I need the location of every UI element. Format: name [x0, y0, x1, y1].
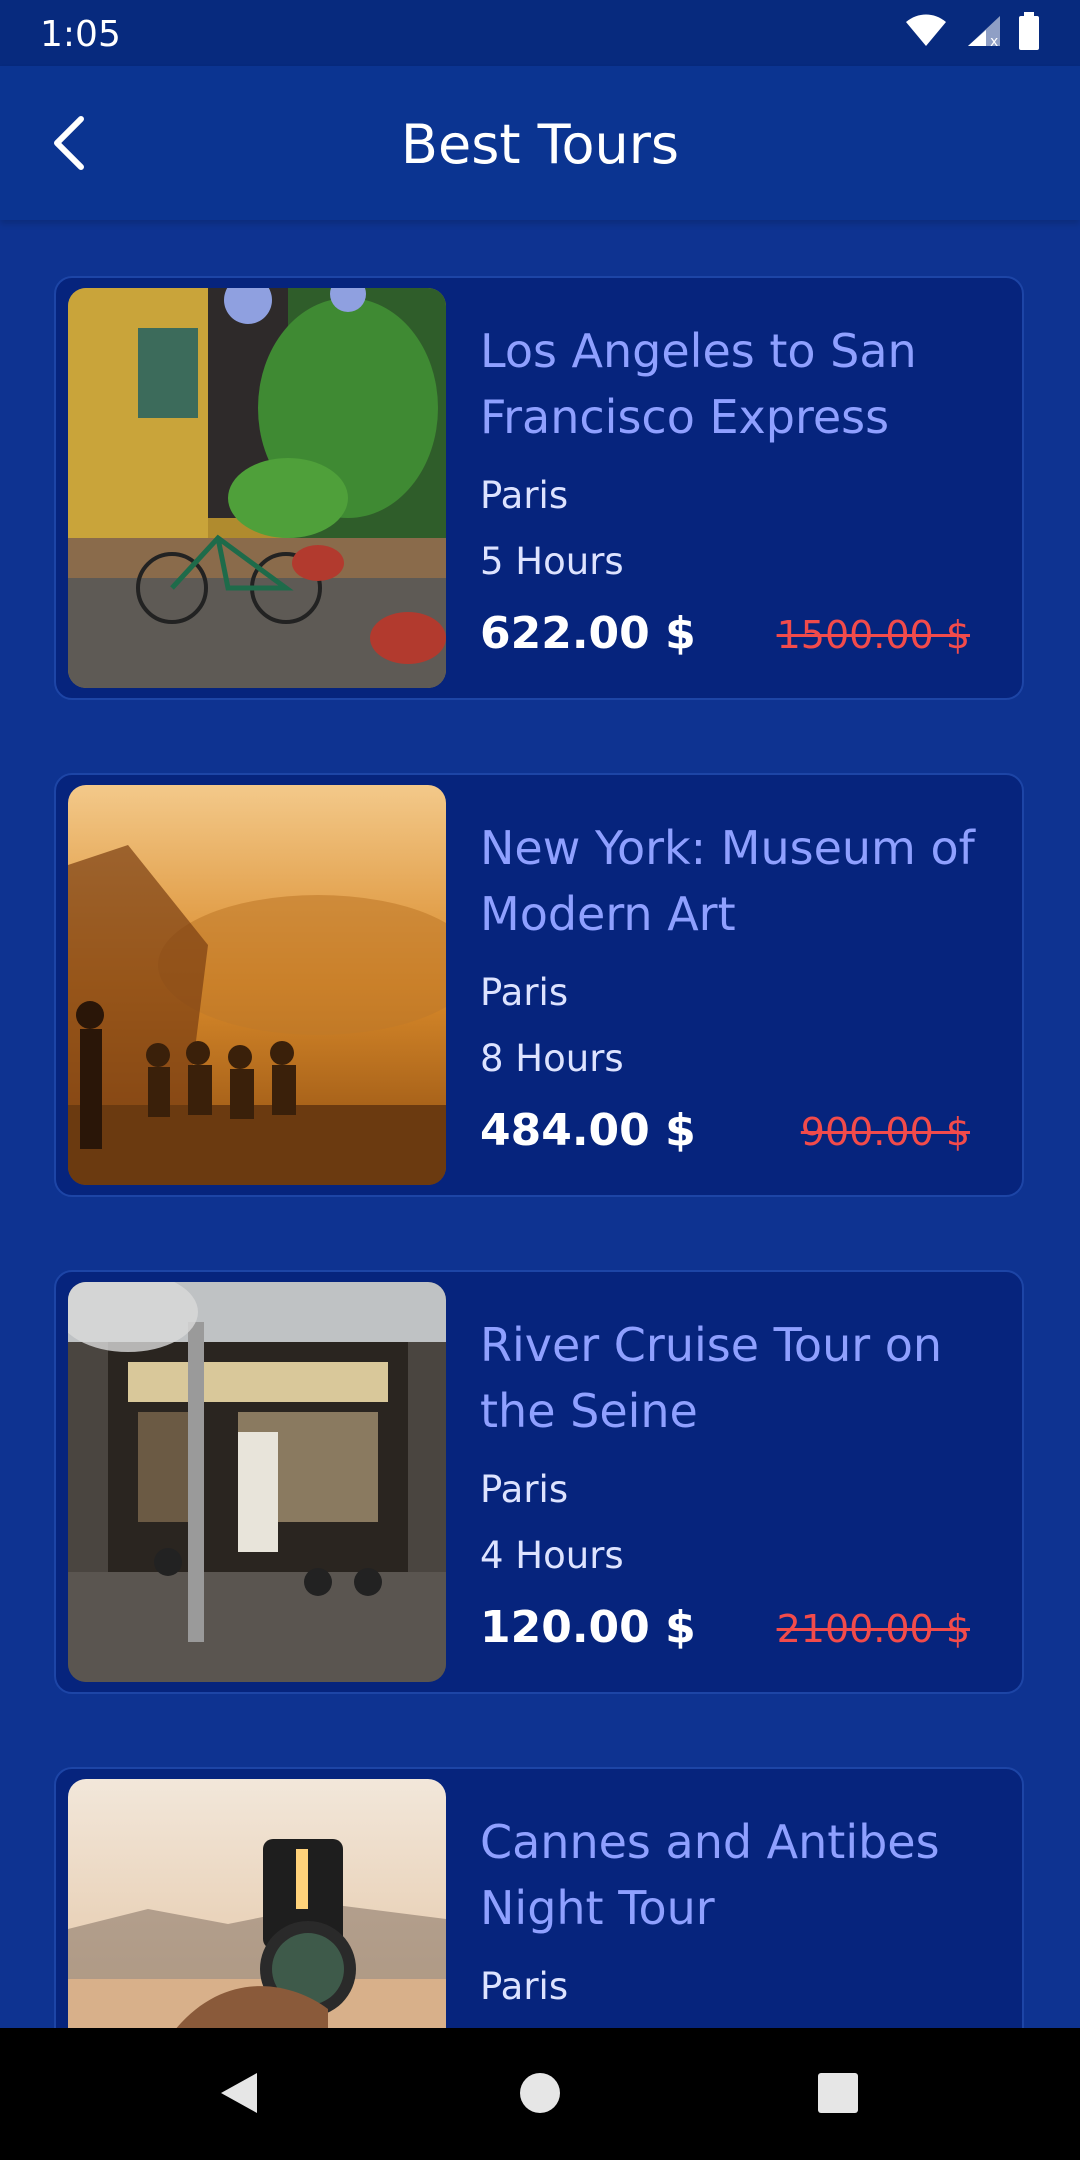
- tour-title[interactable]: Cannes and Antibes Night Tour: [480, 1809, 1000, 1941]
- tour-location: Paris: [480, 971, 569, 1014]
- wifi-icon: [904, 14, 948, 52]
- battery-icon: [1018, 12, 1040, 54]
- tour-image: [68, 1779, 446, 2028]
- app-root: 1:05 x Best Tours Los Angeles to San Fra…: [0, 0, 1080, 2160]
- home-circle-icon: [518, 2071, 562, 2119]
- tour-image: [68, 1282, 446, 1682]
- status-icons: x: [904, 12, 1040, 54]
- signal-icon: x: [964, 14, 1002, 52]
- tour-title[interactable]: River Cruise Tour on the Seine: [480, 1312, 1000, 1444]
- back-triangle-icon: [217, 2069, 261, 2121]
- price-row: 120.00 $ 2100.00 $: [480, 1600, 970, 1660]
- tour-image: [68, 785, 446, 1185]
- tour-info: Los Angeles to San Francisco Express Par…: [480, 318, 1000, 584]
- tour-info: Cannes and Antibes Night Tour Paris: [480, 1809, 1000, 2009]
- tour-location: Paris: [480, 1468, 569, 1511]
- tour-info: New York: Museum of Modern Art Paris 8 H…: [480, 815, 1000, 1081]
- tour-info: River Cruise Tour on the Seine Paris 4 H…: [480, 1312, 1000, 1578]
- status-bar: 1:05 x: [0, 0, 1080, 66]
- tour-location: Paris: [480, 1965, 569, 2008]
- tour-old-price: 900.00 $: [800, 1110, 970, 1154]
- tour-location: Paris: [480, 474, 569, 517]
- page-title: Best Tours: [400, 113, 680, 176]
- tour-title[interactable]: Los Angeles to San Francisco Express: [480, 318, 1000, 450]
- svg-text:x: x: [990, 34, 998, 48]
- tour-card[interactable]: River Cruise Tour on the Seine Paris 4 H…: [54, 1270, 1024, 1694]
- tour-image: [68, 288, 446, 688]
- tour-card[interactable]: Los Angeles to San Francisco Express Par…: [54, 276, 1024, 700]
- system-nav-bar: [0, 2028, 1080, 2160]
- tour-duration: 8 Hours: [480, 1037, 624, 1080]
- nav-home-button[interactable]: [505, 2060, 575, 2130]
- status-time: 1:05: [40, 14, 121, 55]
- nav-recents-button[interactable]: [803, 2060, 873, 2130]
- tour-old-price: 2100.00 $: [776, 1607, 970, 1651]
- tour-old-price: 1500.00 $: [776, 613, 970, 657]
- tour-duration: 4 Hours: [480, 1534, 624, 1577]
- price-row: 484.00 $ 900.00 $: [480, 1103, 970, 1163]
- nav-back-button[interactable]: [204, 2060, 274, 2130]
- tour-card[interactable]: New York: Museum of Modern Art Paris 8 H…: [54, 773, 1024, 1197]
- tour-price: 120.00 $: [480, 1602, 696, 1653]
- tour-duration: 5 Hours: [480, 540, 624, 583]
- app-bar: Best Tours: [0, 66, 1080, 220]
- price-row: 622.00 $ 1500.00 $: [480, 606, 970, 666]
- tour-card[interactable]: Cannes and Antibes Night Tour Paris: [54, 1767, 1024, 2028]
- recents-square-icon: [816, 2071, 860, 2119]
- tour-price: 484.00 $: [480, 1105, 696, 1156]
- tour-list[interactable]: Los Angeles to San Francisco Express Par…: [0, 220, 1080, 2028]
- tour-title[interactable]: New York: Museum of Modern Art: [480, 815, 1000, 947]
- tour-price: 622.00 $: [480, 608, 696, 659]
